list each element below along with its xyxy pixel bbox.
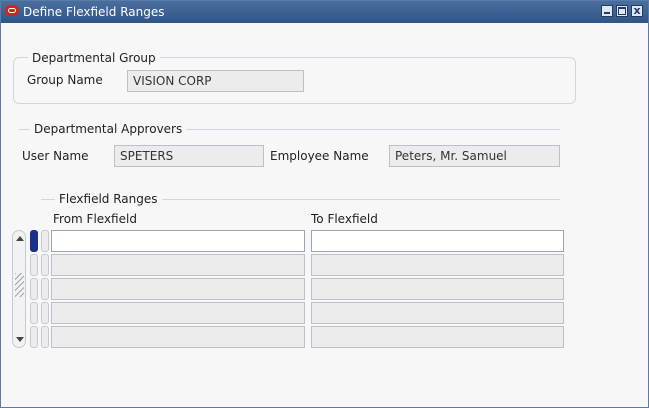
record-selector[interactable] [41, 230, 49, 252]
scroll-grip-icon[interactable] [15, 273, 24, 297]
flexfield-ranges-legend: Flexfield Ranges [55, 192, 162, 206]
user-name-field[interactable]: SPETERS [114, 145, 264, 167]
maximize-icon[interactable] [616, 5, 628, 17]
scroll-down-icon[interactable] [16, 337, 24, 342]
record-indicator[interactable] [30, 254, 38, 276]
departmental-approvers-legend: Departmental Approvers [30, 122, 187, 136]
window-title: Define Flexfield Ranges [23, 5, 165, 19]
employee-name-field[interactable]: Peters, Mr. Samuel [389, 145, 560, 167]
from-flexfield-field[interactable] [51, 254, 305, 276]
from-flexfield-field[interactable] [51, 230, 305, 252]
from-flexfield-field[interactable] [51, 326, 305, 348]
oracle-icon [5, 5, 19, 16]
define-flexfield-ranges-window: Define Flexfield Ranges x Departmental G… [0, 0, 649, 408]
record-indicator[interactable] [30, 278, 38, 300]
from-flexfield-header: From Flexfield [53, 212, 137, 226]
scroll-up-icon[interactable] [16, 236, 24, 241]
group-name-label: Group Name [27, 73, 103, 87]
to-flexfield-field[interactable] [311, 278, 564, 300]
record-indicator[interactable] [30, 302, 38, 324]
minimize-icon[interactable] [601, 5, 613, 17]
to-flexfield-field[interactable] [311, 302, 564, 324]
record-indicator[interactable] [30, 326, 38, 348]
title-bar[interactable]: Define Flexfield Ranges x [1, 1, 648, 23]
record-selector[interactable] [41, 254, 49, 276]
to-flexfield-header: To Flexfield [311, 212, 378, 226]
record-selector[interactable] [41, 278, 49, 300]
from-flexfield-field[interactable] [51, 278, 305, 300]
user-name-label: User Name [22, 149, 89, 163]
records-scrollbar[interactable] [12, 230, 26, 348]
employee-name-label: Employee Name [270, 149, 369, 163]
departmental-group-legend: Departmental Group [28, 51, 160, 65]
from-flexfield-field[interactable] [51, 302, 305, 324]
to-flexfield-field[interactable] [311, 254, 564, 276]
current-record-indicator[interactable] [30, 230, 38, 252]
group-name-field[interactable]: VISION CORP [127, 70, 304, 92]
to-flexfield-field[interactable] [311, 230, 564, 252]
close-icon[interactable]: x [631, 5, 643, 17]
record-selector[interactable] [41, 302, 49, 324]
record-selector[interactable] [41, 326, 49, 348]
to-flexfield-field[interactable] [311, 326, 564, 348]
